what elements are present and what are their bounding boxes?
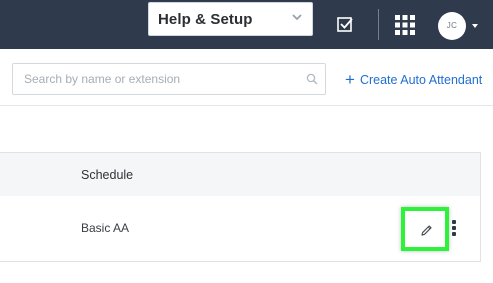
caret-down-icon[interactable] xyxy=(472,24,478,28)
help-setup-dropdown[interactable]: Help & Setup xyxy=(148,2,313,36)
create-auto-attendant-button[interactable]: + Create Auto Attendant xyxy=(345,71,482,89)
search-box xyxy=(12,63,326,95)
top-navbar: Help & Setup JC xyxy=(0,0,493,49)
create-auto-attendant-label: Create Auto Attendant xyxy=(359,73,483,87)
column-header-schedule[interactable]: Schedule xyxy=(81,168,133,182)
pencil-icon xyxy=(421,225,432,236)
plus-icon: + xyxy=(345,70,355,89)
table-header: Schedule xyxy=(0,152,481,197)
apps-grid-icon[interactable] xyxy=(395,15,415,35)
search-icon xyxy=(306,73,318,85)
chevron-down-icon xyxy=(292,14,302,21)
divider xyxy=(0,105,493,106)
help-setup-label: Help & Setup xyxy=(158,11,253,28)
navbar-divider xyxy=(378,9,379,40)
user-avatar[interactable]: JC xyxy=(438,12,466,40)
edit-button[interactable] xyxy=(401,207,449,251)
checkbox-icon[interactable] xyxy=(336,15,354,33)
more-options-icon[interactable] xyxy=(452,220,457,238)
schedule-cell: Basic AA xyxy=(81,221,130,235)
search-input[interactable] xyxy=(24,71,296,87)
